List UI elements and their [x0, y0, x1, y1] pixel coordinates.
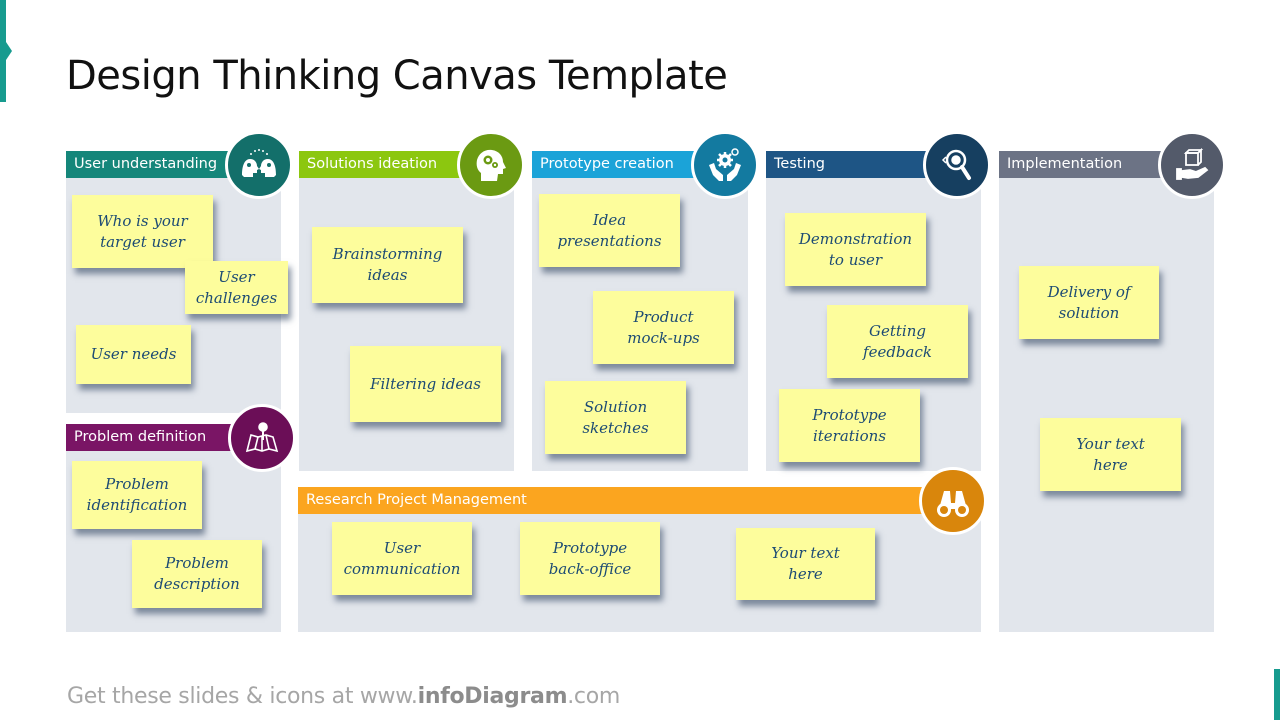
note-rpm-your-text[interactable]: Your text here	[736, 528, 875, 600]
panel-implementation	[999, 151, 1214, 632]
note-prototype-back-office[interactable]: Prototype back-office	[520, 522, 660, 595]
header-testing: Testing	[766, 151, 946, 178]
map-pin-icon	[245, 422, 279, 453]
page-title: Design Thinking Canvas Template	[66, 52, 728, 99]
note-product-mockups[interactable]: Product mock-ups	[593, 291, 734, 364]
note-user-challenges[interactable]: User challenges	[185, 261, 288, 314]
user-understanding-icon-circle	[225, 131, 293, 199]
note-problem-description[interactable]: Problem description	[132, 540, 262, 608]
prototype-creation-icon-circle	[691, 131, 759, 199]
accent-notch	[6, 42, 12, 60]
header-solutions-ideation: Solutions ideation	[299, 151, 479, 178]
note-demonstration[interactable]: Demonstration to user	[785, 213, 926, 286]
two-heads-icon	[242, 149, 276, 177]
note-delivery-of-solution[interactable]: Delivery of solution	[1019, 266, 1159, 339]
footer-credit: Get these slides & icons at www.infoDiag…	[67, 684, 620, 709]
header-user-understanding: User understanding	[66, 151, 246, 178]
note-filtering-ideas[interactable]: Filtering ideas	[350, 346, 501, 422]
accent-bar-right	[1274, 669, 1280, 720]
footer-prefix: Get these slides & icons at www.	[67, 684, 418, 709]
note-problem-identification[interactable]: Problem identification	[72, 461, 202, 529]
header-problem-definition: Problem definition	[66, 424, 246, 451]
problem-definition-icon-circle	[228, 404, 296, 472]
hand-box-icon	[1176, 147, 1209, 180]
header-research-pm: Research Project Management	[298, 487, 938, 514]
footer-brand[interactable]: infoDiagram	[418, 684, 568, 709]
note-impl-your-text[interactable]: Your text here	[1040, 418, 1181, 491]
note-solution-sketches[interactable]: Solution sketches	[545, 381, 686, 454]
note-user-needs[interactable]: User needs	[76, 325, 191, 384]
note-prototype-iterations[interactable]: Prototype iterations	[779, 389, 920, 462]
footer-suffix: .com	[567, 684, 620, 709]
research-pm-icon-circle	[919, 467, 987, 535]
note-getting-feedback[interactable]: Getting feedback	[827, 305, 968, 378]
panel-solutions-ideation	[299, 151, 514, 471]
implementation-icon-circle	[1158, 131, 1226, 199]
header-prototype-creation: Prototype creation	[532, 151, 712, 178]
header-implementation: Implementation	[999, 151, 1179, 178]
testing-icon-circle	[923, 131, 991, 199]
note-user-communication[interactable]: User communication	[332, 522, 472, 595]
hands-gear-icon	[709, 148, 741, 181]
note-brainstorming-ideas[interactable]: Brainstorming ideas	[312, 227, 463, 303]
solutions-ideation-icon-circle	[457, 131, 525, 199]
eye-magnifier-icon	[941, 149, 971, 180]
note-target-user[interactable]: Who is your target user	[72, 195, 213, 268]
binoculars-icon	[937, 491, 969, 517]
note-idea-presentations[interactable]: Idea presentations	[539, 194, 680, 267]
head-gears-icon	[476, 149, 506, 181]
